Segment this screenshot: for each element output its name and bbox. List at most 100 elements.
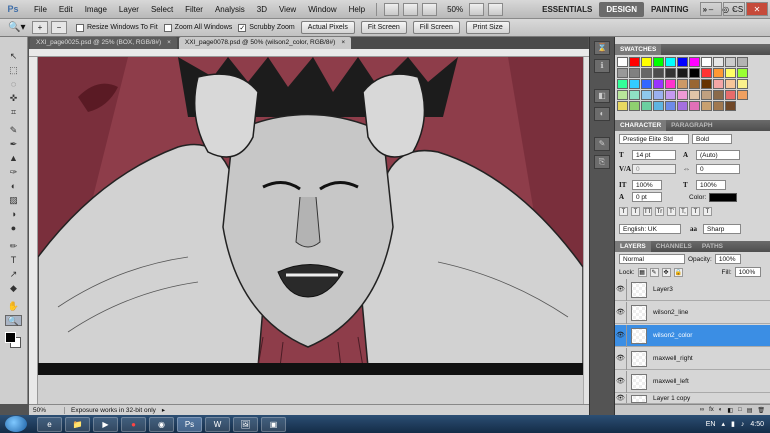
swatch[interactable]: [701, 57, 712, 67]
lock-all-icon[interactable]: 🔒: [673, 267, 683, 277]
menu-filter[interactable]: Filter: [179, 0, 209, 19]
leading-field[interactable]: (Auto): [696, 150, 740, 160]
info-panel-icon[interactable]: ℹ: [594, 59, 610, 73]
tab-xxi-page0078[interactable]: XXI_page0078.psd @ 50% (wilson2_color, R…: [178, 37, 352, 49]
swatch[interactable]: [689, 90, 700, 100]
swatch[interactable]: [689, 101, 700, 111]
status-menu-arrow-icon[interactable]: ▸: [162, 406, 165, 414]
lock-image-icon[interactable]: ✎: [649, 267, 659, 277]
taskbar-photoshop[interactable]: Ps: [177, 416, 202, 432]
swatch[interactable]: [629, 90, 640, 100]
swatch[interactable]: [665, 101, 676, 111]
swatch[interactable]: [701, 90, 712, 100]
taskbar-app-blue[interactable]: ◉: [149, 416, 174, 432]
eyedropper-tool-icon[interactable]: ✎: [5, 125, 22, 136]
superscript-button[interactable]: T': [667, 207, 676, 216]
vertical-scale-field[interactable]: 100%: [632, 180, 662, 190]
swatch[interactable]: [701, 79, 712, 89]
close-tab-icon[interactable]: ×: [167, 39, 171, 46]
tray-arrow-icon[interactable]: ▴: [722, 420, 726, 428]
brush-tool-icon[interactable]: ✑: [5, 167, 22, 178]
visibility-eye-icon[interactable]: 👁: [615, 278, 627, 301]
swatch[interactable]: [713, 57, 724, 67]
horizontal-scale-field[interactable]: 100%: [696, 180, 726, 190]
gradient-tool-icon[interactable]: ◑: [5, 209, 22, 220]
visibility-eye-icon[interactable]: 👁: [615, 301, 627, 324]
document-canvas-area[interactable]: [29, 49, 589, 404]
quick-selection-tool-icon[interactable]: ✜: [5, 93, 22, 104]
swatch[interactable]: [617, 79, 628, 89]
tracking-field[interactable]: 0: [696, 164, 740, 174]
menu-help[interactable]: Help: [343, 0, 371, 19]
screen-mode-icon[interactable]: [488, 2, 504, 16]
zoom-tool-icon[interactable]: 🔍: [5, 315, 22, 326]
menu-3d[interactable]: 3D: [251, 0, 273, 19]
swatch[interactable]: [629, 68, 640, 78]
swatch[interactable]: [737, 79, 748, 89]
close-button[interactable]: ✕: [746, 2, 768, 16]
scrubby-zoom-checkbox[interactable]: ✓ Scrubby Zoom: [238, 23, 295, 32]
swatch[interactable]: [653, 68, 664, 78]
menu-edit[interactable]: Edit: [53, 0, 79, 19]
swatch[interactable]: [665, 90, 676, 100]
taskbar-internet-explorer[interactable]: e: [37, 416, 62, 432]
swatch[interactable]: [641, 57, 652, 67]
shape-tool-icon[interactable]: ◆: [5, 283, 22, 294]
new-layer-icon[interactable]: ▤: [747, 407, 753, 414]
swatch[interactable]: [737, 57, 748, 67]
foreground-color-swatch[interactable]: [5, 332, 16, 343]
menu-image[interactable]: Image: [79, 0, 113, 19]
taskbar-explorer[interactable]: 📁: [65, 416, 90, 432]
swatch[interactable]: [677, 79, 688, 89]
taskbar-media-player[interactable]: ▶: [93, 416, 118, 432]
network-icon[interactable]: ▮: [731, 420, 735, 428]
workspace-essentials[interactable]: ESSENTIALS: [535, 2, 599, 17]
swatch[interactable]: [641, 68, 652, 78]
kerning-field[interactable]: 0: [632, 164, 676, 174]
swatch[interactable]: [641, 101, 652, 111]
swatch[interactable]: [617, 57, 628, 67]
volume-icon[interactable]: ♪: [741, 421, 745, 428]
zoom-out-icon[interactable]: −: [51, 21, 67, 34]
arrange-documents-icon[interactable]: [469, 2, 485, 16]
text-color-swatch[interactable]: [709, 192, 738, 202]
layer-row[interactable]: 👁 Layer 1 copy: [615, 394, 770, 404]
swatch[interactable]: [689, 68, 700, 78]
swatch[interactable]: [737, 90, 748, 100]
adjustment-layer-icon[interactable]: ◧: [727, 407, 733, 414]
swatch[interactable]: [617, 68, 628, 78]
adjustments-panel-icon[interactable]: ◐: [594, 107, 610, 121]
swatch[interactable]: [653, 79, 664, 89]
link-layers-icon[interactable]: ∞: [700, 407, 704, 413]
fit-screen-button[interactable]: Fit Screen: [360, 21, 407, 34]
tab-paths[interactable]: PATHS: [697, 241, 728, 252]
menu-window[interactable]: Window: [302, 0, 342, 19]
actual-pixels-button[interactable]: Actual Pixels: [300, 21, 355, 34]
swatch[interactable]: [713, 79, 724, 89]
tab-swatches[interactable]: SWATCHES: [615, 44, 662, 55]
antialias-select[interactable]: Sharp: [703, 224, 741, 234]
resize-windows-checkbox[interactable]: Resize Windows To Fit: [76, 23, 158, 32]
swatch[interactable]: [689, 79, 700, 89]
type-tool-icon[interactable]: T: [5, 255, 22, 266]
menu-layer[interactable]: Layer: [113, 0, 145, 19]
layer-style-icon[interactable]: fx: [709, 407, 714, 413]
layer-row[interactable]: 👁 maxwell_left: [615, 370, 770, 393]
visibility-eye-icon[interactable]: 👁: [615, 394, 627, 403]
zoom-all-windows-checkbox[interactable]: Zoom All Windows: [163, 23, 232, 32]
lasso-tool-icon[interactable]: ◌: [5, 79, 22, 90]
close-tab-icon[interactable]: ×: [341, 39, 345, 46]
baseline-shift-field[interactable]: 0 pt: [632, 192, 662, 202]
view-extras-icon[interactable]: [422, 2, 438, 16]
swatch[interactable]: [665, 57, 676, 67]
swatch[interactable]: [713, 68, 724, 78]
lock-position-icon[interactable]: ✥: [661, 267, 671, 277]
tab-layers[interactable]: LAYERS: [615, 241, 651, 252]
zoom-level-select[interactable]: 50%: [447, 5, 463, 14]
swatch[interactable]: [629, 101, 640, 111]
maximize-button[interactable]: ▫: [723, 2, 745, 16]
menu-view[interactable]: View: [273, 0, 302, 19]
styles-panel-icon[interactable]: ◧: [594, 89, 610, 103]
swatch[interactable]: [617, 90, 628, 100]
swatch[interactable]: [725, 68, 736, 78]
